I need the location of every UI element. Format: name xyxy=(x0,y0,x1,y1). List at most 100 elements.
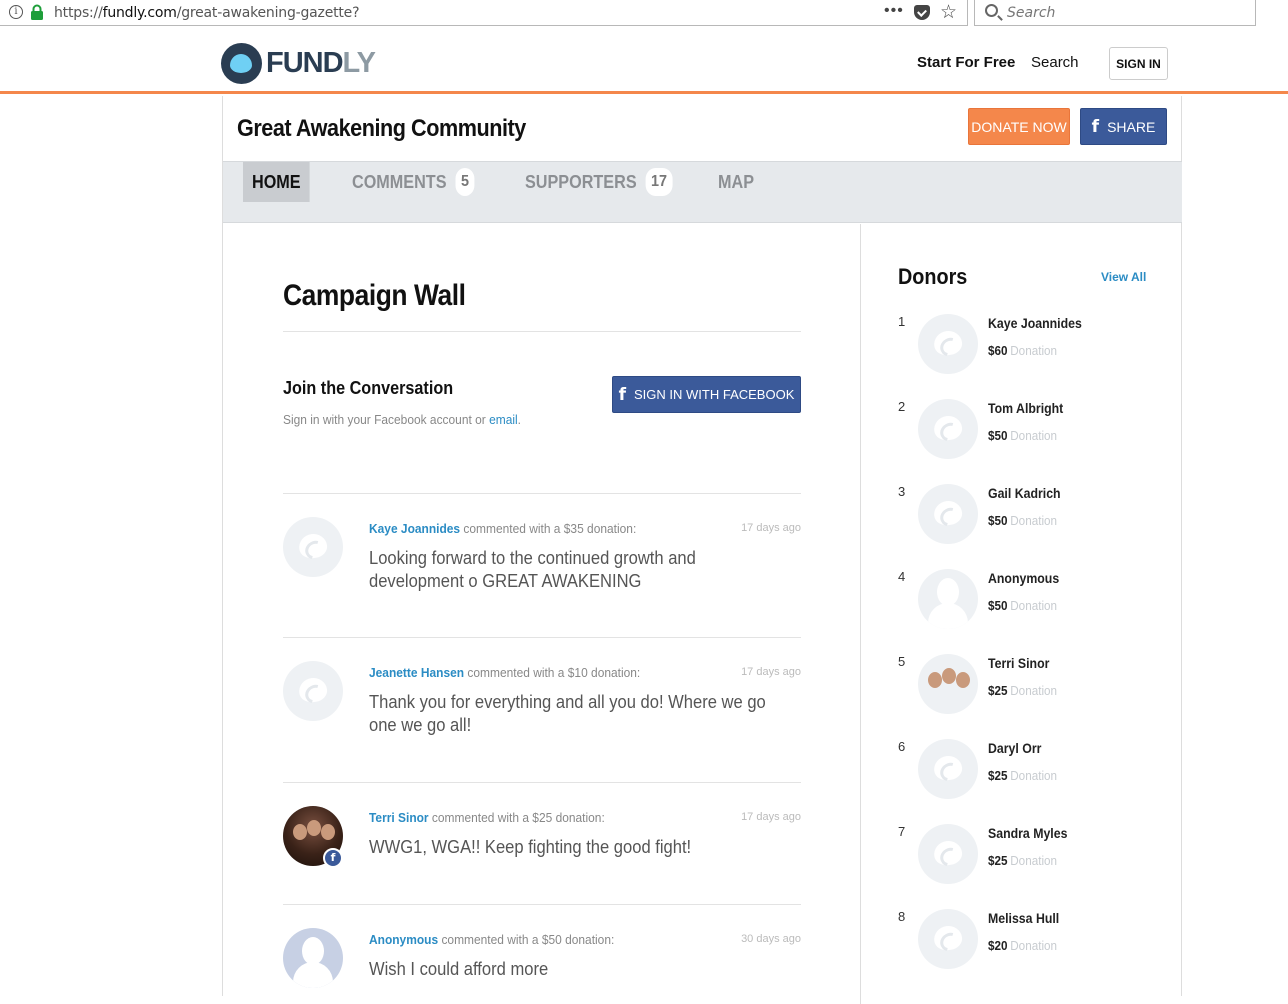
comment-meta: Anonymous commented with a $50 donation: xyxy=(369,932,615,947)
donor-rank: 7 xyxy=(898,824,906,839)
share-button[interactable]: f SHARE xyxy=(1080,108,1167,145)
view-all-link[interactable]: View All xyxy=(1101,270,1146,284)
facebook-icon: f xyxy=(1091,116,1100,137)
donor-item: 1 Kaye Joannides $60 Donation xyxy=(898,314,1158,394)
tab-home[interactable]: HOME xyxy=(243,162,310,202)
donors-title: Donors xyxy=(898,264,968,289)
avatar[interactable] xyxy=(918,739,978,799)
comment-text: Wish I could afford more xyxy=(369,959,549,979)
wall-title: Campaign Wall xyxy=(283,279,466,312)
commenter-name[interactable]: Kaye Joannides xyxy=(369,521,460,536)
comment-meta: Jeanette Hansen commented with a $10 don… xyxy=(369,665,641,680)
comment-time: 17 days ago xyxy=(741,522,801,534)
fundly-logo[interactable]: FUNDLY xyxy=(221,42,376,84)
url-text[interactable]: https://fundly.com/great-awakening-gazet… xyxy=(54,5,360,21)
donor-item: 2 Tom Albright $50 Donation xyxy=(898,399,1158,479)
donor-rank: 6 xyxy=(898,739,906,754)
donor-rank: 2 xyxy=(898,399,906,414)
comments-count-badge: 5 xyxy=(455,168,475,196)
search-link[interactable]: Search xyxy=(1031,54,1079,71)
browser-search-box[interactable] xyxy=(974,0,1256,26)
lock-icon xyxy=(31,4,43,20)
avatar[interactable] xyxy=(918,484,978,544)
pocket-icon[interactable] xyxy=(914,5,930,20)
donor-rank: 5 xyxy=(898,654,906,669)
logo-wordmark: FUNDLY xyxy=(266,46,376,79)
browser-toolbar: i https://fundly.com/great-awakening-gaz… xyxy=(0,0,1288,27)
tab-comments[interactable]: COMMENTS 5 xyxy=(352,162,475,202)
commenter-name[interactable]: Jeanette Hansen xyxy=(369,665,464,680)
avatar[interactable] xyxy=(918,909,978,969)
donors-panel: Donors View All 1 Kaye Joannides $60 Dona… xyxy=(862,224,1182,1004)
donor-name: Sandra Myles xyxy=(988,825,1068,841)
donor-item: 3 Gail Kadrich $50 Donation xyxy=(898,484,1158,564)
donor-name: Anonymous xyxy=(988,570,1060,586)
tab-supporters[interactable]: SUPPORTERS 17 xyxy=(525,162,673,202)
search-icon xyxy=(985,4,998,17)
avatar[interactable] xyxy=(918,569,978,629)
sign-in-with-facebook-button[interactable]: f SIGN IN WITH FACEBOOK xyxy=(612,376,801,413)
tab-label: MAP xyxy=(718,171,754,192)
donor-rank: 1 xyxy=(898,314,906,329)
avatar[interactable] xyxy=(283,928,343,988)
tab-label: COMMENTS xyxy=(352,171,447,192)
donor-item: 7 Sandra Myles $25 Donation xyxy=(898,824,1158,904)
donor-amount: $50 Donation xyxy=(988,598,1058,613)
more-icon[interactable]: ••• xyxy=(884,2,904,20)
fb-button-label: SIGN IN WITH FACEBOOK xyxy=(634,387,795,402)
donor-item: 6 Daryl Orr $25 Donation xyxy=(898,739,1158,819)
donor-name: Tom Albright xyxy=(988,400,1064,416)
donor-rank: 4 xyxy=(898,569,906,584)
join-subtitle: Sign in with your Facebook account or em… xyxy=(283,412,522,427)
donor-rank: 3 xyxy=(898,484,906,499)
tab-label: HOME xyxy=(252,171,301,192)
donor-item: 4 Anonymous $50 Donation xyxy=(898,569,1158,649)
avatar[interactable] xyxy=(918,654,978,714)
logo-heart-icon xyxy=(221,42,262,84)
avatar[interactable] xyxy=(283,517,343,577)
avatar[interactable] xyxy=(918,824,978,884)
commenter-name[interactable]: Anonymous xyxy=(369,932,438,947)
comment-item: Jeanette Hansen commented with a $10 don… xyxy=(283,637,801,782)
star-icon[interactable]: ☆ xyxy=(940,1,957,24)
donor-name: Kaye Joannides xyxy=(988,315,1082,331)
donate-now-button[interactable]: DONATE NOW xyxy=(968,108,1070,145)
campaign-title: Great Awakening Community xyxy=(237,115,526,142)
campaign-wall: Campaign Wall Join the Conversation Sign… xyxy=(223,224,861,1004)
comment-time: 30 days ago xyxy=(741,933,801,945)
donor-name: Daryl Orr xyxy=(988,740,1042,756)
donor-rank: 8 xyxy=(898,909,906,924)
browser-search-input[interactable] xyxy=(1007,3,1227,23)
info-icon[interactable]: i xyxy=(9,5,23,19)
comment-text: Looking forward to the continued growth … xyxy=(369,548,696,591)
share-label: SHARE xyxy=(1107,118,1156,135)
donor-item: 5 Terri Sinor $25 Donation xyxy=(898,654,1158,734)
donor-name: Melissa Hull xyxy=(988,910,1060,926)
avatar[interactable] xyxy=(283,661,343,721)
commenter-name[interactable]: Terri Sinor xyxy=(369,810,429,825)
sign-in-button[interactable]: SIGN IN xyxy=(1109,47,1168,80)
campaign-tabs: HOME COMMENTS 5 SUPPORTERS 17 MAP xyxy=(223,161,1182,223)
comment-text: WWG1, WGA!! Keep fighting the good fight… xyxy=(369,837,692,857)
join-title: Join the Conversation xyxy=(283,378,454,398)
donor-amount: $25 Donation xyxy=(988,853,1058,868)
comment-item: f Terri Sinor commented with a $25 donat… xyxy=(283,782,801,904)
avatar[interactable] xyxy=(918,314,978,374)
comment-item: Anonymous commented with a $50 donation:… xyxy=(283,904,801,1004)
donor-amount: $25 Donation xyxy=(988,683,1058,698)
comment-time: 17 days ago xyxy=(741,811,801,823)
tab-label: SUPPORTERS xyxy=(525,171,637,192)
comment-meta: Kaye Joannides commented with a $35 dona… xyxy=(369,521,637,536)
avatar[interactable] xyxy=(918,399,978,459)
donor-amount: $50 Donation xyxy=(988,428,1058,443)
site-header: FUNDLY Start For Free Search SIGN IN xyxy=(0,32,1288,94)
donor-amount: $20 Donation xyxy=(988,938,1058,953)
email-link[interactable]: email xyxy=(489,412,518,427)
tab-map[interactable]: MAP xyxy=(718,162,754,202)
donor-name: Terri Sinor xyxy=(988,655,1050,671)
start-for-free-link[interactable]: Start For Free xyxy=(917,54,1015,71)
comment-meta: Terri Sinor commented with a $25 donatio… xyxy=(369,810,605,825)
divider xyxy=(283,331,801,332)
comment-time: 17 days ago xyxy=(741,666,801,678)
address-bar[interactable]: i https://fundly.com/great-awakening-gaz… xyxy=(0,0,968,26)
